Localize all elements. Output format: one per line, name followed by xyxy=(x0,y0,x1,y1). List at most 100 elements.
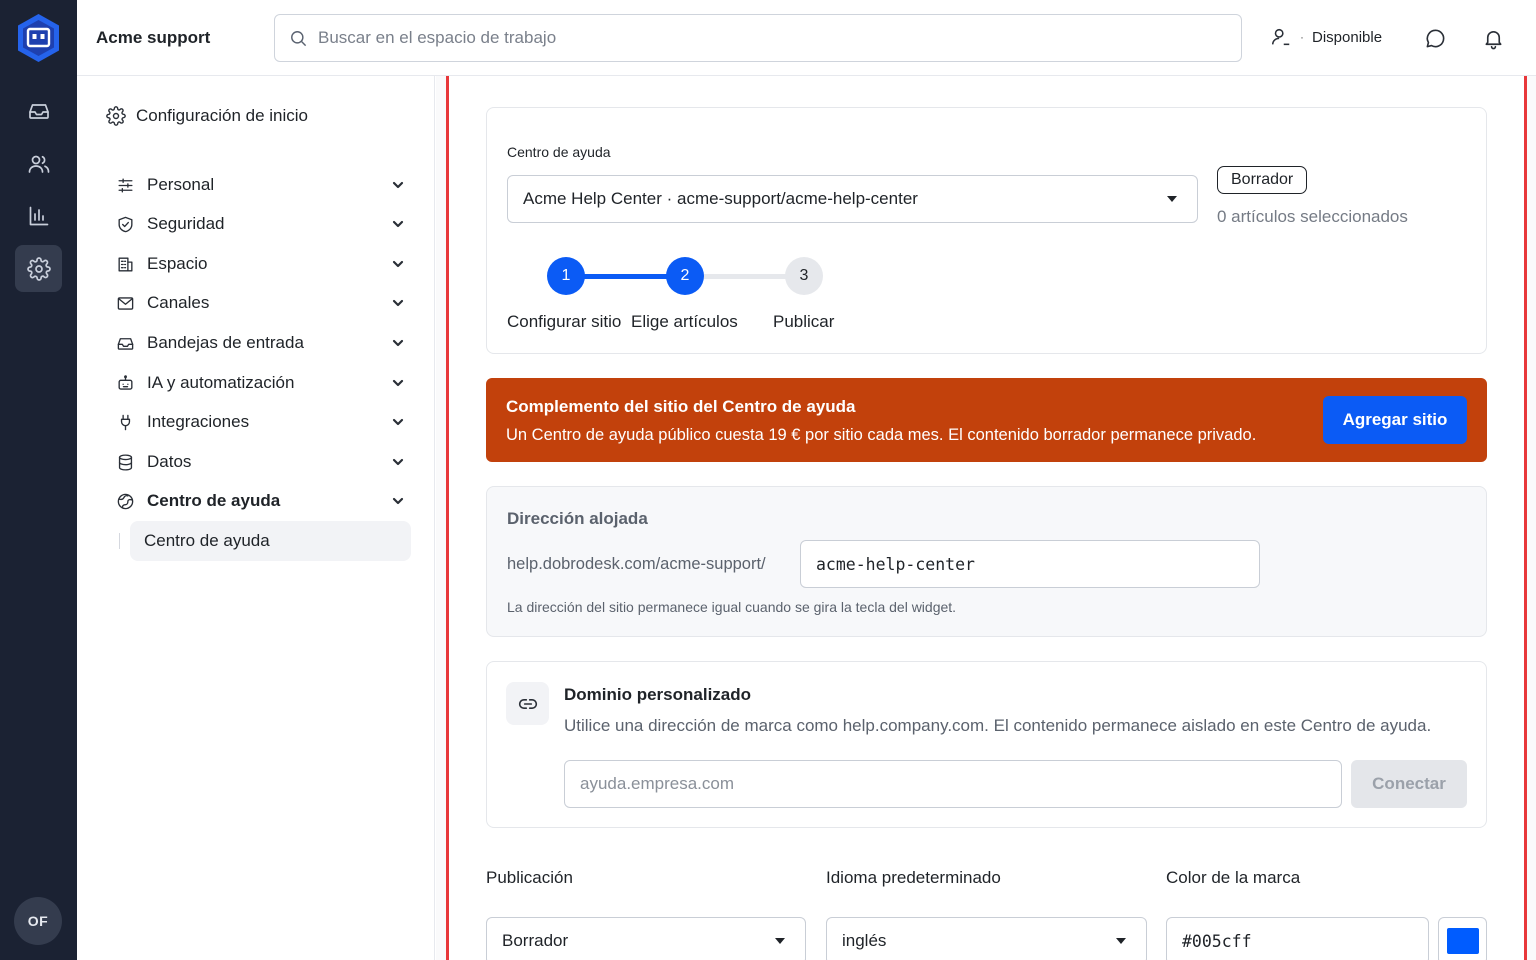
rail-settings[interactable] xyxy=(15,245,62,292)
sidebar-item-ai-automation[interactable]: IA y automatización xyxy=(115,366,405,400)
rail-reports[interactable] xyxy=(15,192,62,239)
avatar[interactable]: OF xyxy=(14,897,62,945)
sidebar-item-security[interactable]: Seguridad xyxy=(115,207,405,241)
chart-icon xyxy=(29,206,48,225)
help-center-select[interactable]: Acme Help Center · acme-support/acme-hel… xyxy=(507,175,1198,223)
caret-down-icon xyxy=(775,938,785,944)
brand-color-picker[interactable] xyxy=(1438,917,1487,960)
globe-icon xyxy=(117,493,133,509)
banner-text: Un Centro de ayuda público cuesta 19 € p… xyxy=(506,426,1257,444)
chat-button[interactable] xyxy=(1421,24,1449,52)
sidebar-item-label: Bandejas de entrada xyxy=(147,333,304,352)
users-icon xyxy=(28,155,49,173)
brand-color-input[interactable]: #005cff xyxy=(1166,917,1429,960)
sidebar-item-label: IA y automatización xyxy=(147,373,295,392)
chevron-down-icon xyxy=(392,379,404,387)
bell-icon xyxy=(1484,30,1502,49)
app-logo-icon[interactable] xyxy=(16,13,61,63)
search-box[interactable] xyxy=(274,14,1242,62)
status-toggle[interactable]: · Disponible xyxy=(1270,26,1382,48)
hosted-address-hint: La dirección del sitio permanece igual c… xyxy=(507,599,957,615)
sliders-icon xyxy=(117,177,133,193)
help-center-select-value: Acme Help Center · acme-support/acme-hel… xyxy=(523,189,918,208)
gear-icon xyxy=(106,106,126,126)
link-icon-tile xyxy=(506,682,549,725)
caret-down-icon xyxy=(1167,196,1177,202)
status-separator: · xyxy=(1300,30,1304,44)
publication-value: Borrador xyxy=(502,931,569,950)
custom-domain-placeholder: ayuda.empresa.com xyxy=(580,774,735,793)
database-icon xyxy=(118,453,132,471)
rail-inbox[interactable] xyxy=(15,87,62,134)
sidebar-item-integrations[interactable]: Integraciones xyxy=(115,405,405,439)
addon-banner: Complemento del sitio del Centro de ayud… xyxy=(486,378,1487,462)
step-2[interactable]: 2 xyxy=(666,257,704,295)
chevron-down-icon xyxy=(392,497,404,505)
sidebar-item-personal[interactable]: Personal xyxy=(115,168,405,202)
status-label: Disponible xyxy=(1312,28,1383,46)
building-icon xyxy=(117,256,133,272)
sidebar-item-label: Canales xyxy=(147,293,210,312)
search-input[interactable] xyxy=(318,28,1198,48)
language-select[interactable]: inglés xyxy=(826,917,1147,960)
sidebar-item-label: Datos xyxy=(147,452,192,471)
brand-color-value: #005cff xyxy=(1182,931,1252,951)
settings-sidebar: Configuración de inicio Personal Segurid… xyxy=(77,76,435,960)
hosted-slug-value: acme-help-center xyxy=(816,554,975,574)
stepper-line-done xyxy=(584,274,668,279)
chevron-down-icon xyxy=(392,458,404,466)
inbox-icon xyxy=(117,337,133,350)
chat-icon xyxy=(1426,29,1444,47)
step-1[interactable]: 1 xyxy=(547,257,585,295)
sidebar-item-data[interactable]: Datos xyxy=(115,445,405,479)
hosted-address-prefix: help.dobrodesk.com/acme-support/ xyxy=(507,555,766,573)
sidebar-subitem-help-center[interactable]: Centro de ayuda xyxy=(130,521,411,561)
rail-users[interactable] xyxy=(15,140,62,187)
sidebar-item-help-center[interactable]: Centro de ayuda xyxy=(115,484,405,518)
chevron-down-icon xyxy=(392,418,404,426)
sidebar-item-label: Integraciones xyxy=(147,412,250,431)
custom-domain-title: Dominio personalizado xyxy=(564,685,752,704)
brand-color-label: Color de la marca xyxy=(1166,868,1301,887)
sidebar-item-label: Espacio xyxy=(147,254,208,273)
notifications-button[interactable] xyxy=(1479,24,1507,52)
brand-color-swatch xyxy=(1447,928,1479,954)
inbox-icon xyxy=(28,103,49,119)
hosted-slug-input[interactable]: acme-help-center xyxy=(800,540,1260,588)
app-rail: OF xyxy=(0,0,77,960)
publication-select[interactable]: Borrador xyxy=(486,917,806,960)
connect-button[interactable]: Conectar xyxy=(1351,760,1467,808)
link-icon xyxy=(518,698,537,709)
help-center-label: Centro de ayuda xyxy=(507,144,611,160)
top-bar: Acme support · Disponible xyxy=(77,0,1536,76)
sidebar-item-channels[interactable]: Canales xyxy=(115,286,405,320)
custom-domain-input[interactable]: ayuda.empresa.com xyxy=(564,760,1342,808)
subnav-indent-line xyxy=(119,533,120,549)
shield-icon xyxy=(117,216,133,232)
hosted-address-title: Dirección alojada xyxy=(507,509,648,528)
step-3[interactable]: 3 xyxy=(785,257,823,295)
language-value: inglés xyxy=(842,931,887,950)
user-status-icon xyxy=(1271,28,1290,46)
chevron-down-icon xyxy=(392,260,404,268)
sidebar-item-label: Seguridad xyxy=(147,214,225,233)
sidebar-item-label: Personal xyxy=(147,175,215,194)
step-3-label: Publicar xyxy=(773,312,835,331)
step-2-label: Elige artículos xyxy=(631,312,738,331)
mail-icon xyxy=(117,296,133,310)
workspace-name[interactable]: Acme support xyxy=(96,28,210,48)
stepper-line-todo xyxy=(703,274,787,279)
custom-domain-description: Utilice una dirección de marca como help… xyxy=(564,716,1432,735)
settings-home-label: Configuración de inicio xyxy=(136,106,308,125)
caret-down-icon xyxy=(1116,938,1126,944)
sidebar-item-label: Centro de ayuda xyxy=(147,491,281,510)
settings-home-link[interactable]: Configuración de inicio xyxy=(106,106,308,126)
sidebar-item-inboxes[interactable]: Bandejas de entrada xyxy=(115,326,405,360)
plug-icon xyxy=(120,414,130,430)
default-language-label: Idioma predeterminado xyxy=(826,868,1001,887)
add-site-button[interactable]: Agregar sitio xyxy=(1323,396,1467,444)
search-icon xyxy=(291,30,307,46)
step-1-label: Configurar sitio xyxy=(507,312,622,331)
sidebar-item-space[interactable]: Espacio xyxy=(115,247,405,281)
articles-count: 0 artículos seleccionados xyxy=(1217,207,1408,226)
